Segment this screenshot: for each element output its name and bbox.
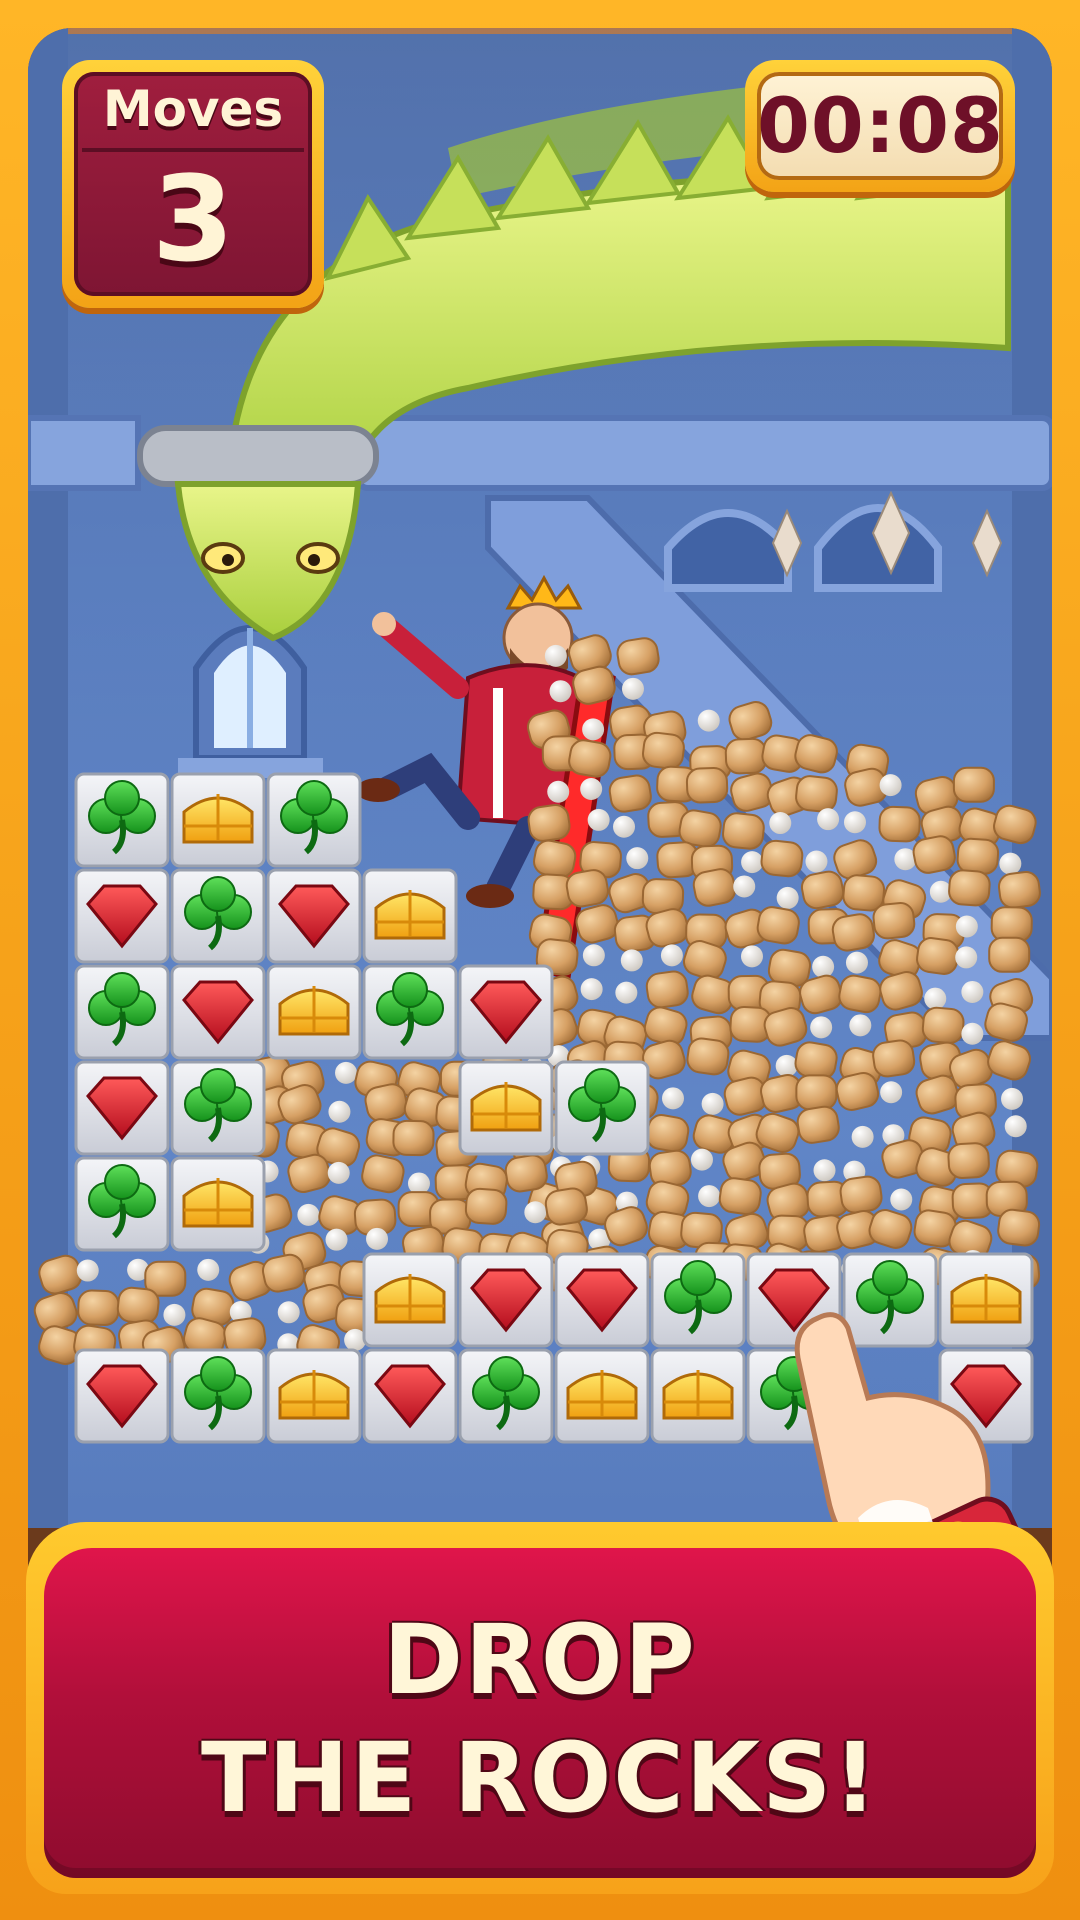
board-tile[interactable] — [170, 772, 266, 868]
upper-shelf — [355, 415, 1052, 491]
moves-counter: Moves 3 — [62, 60, 324, 308]
board-tile[interactable] — [458, 1348, 554, 1444]
board-tile[interactable] — [842, 1252, 938, 1348]
timer-panel: 00:08 — [757, 72, 1003, 180]
board-tile[interactable] — [170, 868, 266, 964]
board-tile[interactable] — [266, 868, 362, 964]
board-tile[interactable] — [458, 964, 554, 1060]
board-tile[interactable] — [266, 772, 362, 868]
board-tile[interactable] — [266, 1348, 362, 1444]
board-tile[interactable] — [74, 1060, 170, 1156]
board-tile[interactable] — [650, 1252, 746, 1348]
board-tile[interactable] — [362, 1252, 458, 1348]
moves-label: Moves — [102, 80, 284, 138]
board-tile[interactable] — [170, 1156, 266, 1252]
board-tile[interactable] — [554, 1252, 650, 1348]
board-tile[interactable] — [74, 964, 170, 1060]
board-tile[interactable] — [362, 964, 458, 1060]
banner-title-line-1: DROP — [383, 1604, 697, 1716]
board-tile[interactable] — [362, 1348, 458, 1444]
board-tile[interactable] — [938, 1252, 1034, 1348]
board-tile[interactable] — [650, 1348, 746, 1444]
board-tile[interactable] — [170, 1348, 266, 1444]
board-tile[interactable] — [170, 1060, 266, 1156]
board-tile[interactable] — [170, 964, 266, 1060]
board-tile[interactable] — [458, 1252, 554, 1348]
banner-title-line-2: THE ROCKS! — [200, 1722, 880, 1834]
game-screen: Moves 3 00:08 DROP THE ROCKS! — [0, 0, 1080, 1920]
timer: 00:08 — [745, 60, 1015, 192]
board-tile[interactable] — [74, 1348, 170, 1444]
board-tile[interactable] — [362, 868, 458, 964]
board-tile[interactable] — [74, 868, 170, 964]
timer-value: 00:08 — [757, 81, 1004, 170]
board-tile[interactable] — [554, 1060, 650, 1156]
board-tile[interactable] — [554, 1348, 650, 1444]
board-tile[interactable] — [74, 1156, 170, 1252]
left-shelf — [28, 415, 141, 491]
board-tile[interactable] — [266, 964, 362, 1060]
board-tile[interactable] — [458, 1060, 554, 1156]
board-tile[interactable] — [74, 772, 170, 868]
moves-panel: Moves 3 — [74, 72, 312, 296]
moves-value: 3 — [151, 150, 235, 288]
